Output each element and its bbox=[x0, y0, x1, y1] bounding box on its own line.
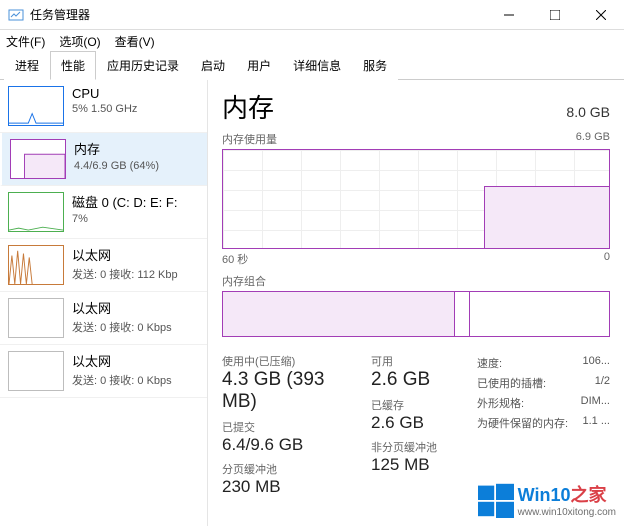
slots-val: 1/2 bbox=[595, 375, 610, 391]
tab-processes[interactable]: 进程 bbox=[4, 51, 50, 80]
cached-label: 已缓存 bbox=[371, 397, 461, 413]
tab-startup[interactable]: 启动 bbox=[190, 51, 236, 80]
minimize-button[interactable] bbox=[486, 0, 532, 30]
sidebar-item-ethernet-1[interactable]: 以太网发送: 0 接收: 112 Kbp bbox=[0, 239, 207, 292]
in-use-label: 使用中(已压缩) bbox=[222, 353, 355, 369]
tab-performance[interactable]: 性能 bbox=[50, 51, 96, 80]
net3-name: 以太网 bbox=[72, 351, 172, 370]
disk-name: 磁盘 0 (C: D: E: F: bbox=[72, 192, 177, 211]
window-title: 任务管理器 bbox=[30, 6, 486, 23]
usage-label: 内存使用量 bbox=[222, 131, 277, 147]
sidebar-item-ethernet-2[interactable]: 以太网发送: 0 接收: 0 Kbps bbox=[0, 292, 207, 345]
net2-name: 以太网 bbox=[72, 298, 172, 317]
cpu-thumb-icon bbox=[8, 86, 64, 126]
composition-label: 内存组合 bbox=[222, 273, 610, 289]
memory-detail: 4.4/6.9 GB (64%) bbox=[74, 160, 159, 172]
menu-options[interactable]: 选项(O) bbox=[59, 33, 100, 50]
memory-thumb-icon bbox=[10, 139, 66, 179]
memory-composition-chart bbox=[222, 291, 610, 337]
windows-logo-icon bbox=[478, 482, 514, 518]
maximize-button[interactable] bbox=[532, 0, 578, 30]
disk-thumb-icon bbox=[8, 192, 64, 232]
sidebar-item-memory[interactable]: 内存 4.4/6.9 GB (64%) bbox=[0, 133, 207, 186]
form-val: DIM... bbox=[581, 395, 610, 411]
ethernet2-thumb-icon bbox=[8, 298, 64, 338]
watermark-brand: Win10 bbox=[518, 485, 571, 505]
tab-users[interactable]: 用户 bbox=[236, 51, 282, 80]
watermark-url: www.win10xitong.com bbox=[518, 507, 616, 518]
cpu-name: CPU bbox=[72, 86, 137, 101]
hw-val: 1.1 ... bbox=[582, 415, 610, 431]
sidebar-item-disk[interactable]: 磁盘 0 (C: D: E: F: 7% bbox=[0, 186, 207, 239]
menu-view[interactable]: 查看(V) bbox=[115, 33, 155, 50]
paged-value: 230 MB bbox=[222, 477, 355, 497]
slots-key: 已使用的插槽: bbox=[477, 375, 546, 391]
memory-total: 8.0 GB bbox=[566, 104, 610, 120]
watermark: Win10之家 www.win10xitong.com bbox=[478, 481, 616, 518]
form-key: 外形规格: bbox=[477, 395, 524, 411]
avail-value: 2.6 GB bbox=[371, 369, 461, 391]
page-title: 内存 bbox=[222, 88, 274, 125]
menu-file[interactable]: 文件(F) bbox=[6, 33, 45, 50]
app-icon bbox=[8, 7, 24, 23]
net2-detail: 发送: 0 接收: 0 Kbps bbox=[72, 319, 172, 335]
cached-value: 2.6 GB bbox=[371, 413, 461, 433]
ethernet3-thumb-icon bbox=[8, 351, 64, 391]
watermark-suffix: 之家 bbox=[570, 485, 606, 505]
titlebar: 任务管理器 bbox=[0, 0, 624, 30]
net1-detail: 发送: 0 接收: 112 Kbp bbox=[72, 266, 178, 282]
usage-max: 6.9 GB bbox=[576, 131, 610, 147]
memory-usage-chart bbox=[222, 149, 610, 249]
menubar: 文件(F) 选项(O) 查看(V) bbox=[0, 30, 624, 52]
ethernet-thumb-icon bbox=[8, 245, 64, 285]
committed-value: 6.4/9.6 GB bbox=[222, 435, 355, 455]
sidebar-item-cpu[interactable]: CPU 5% 1.50 GHz bbox=[0, 80, 207, 133]
speed-val: 106... bbox=[582, 355, 610, 371]
axis-right: 0 bbox=[604, 251, 610, 267]
net3-detail: 发送: 0 接收: 0 Kbps bbox=[72, 372, 172, 388]
cpu-detail: 5% 1.50 GHz bbox=[72, 103, 137, 115]
main-panel: 内存 8.0 GB 内存使用量 6.9 GB 60 秒 0 内存组合 使用中(已… bbox=[208, 80, 624, 526]
disk-detail: 7% bbox=[72, 213, 177, 225]
net1-name: 以太网 bbox=[72, 245, 178, 264]
sidebar: CPU 5% 1.50 GHz 内存 4.4/6.9 GB (64%) 磁盘 0 (… bbox=[0, 80, 208, 526]
close-button[interactable] bbox=[578, 0, 624, 30]
in-use-value: 4.3 GB (393 MB) bbox=[222, 369, 355, 413]
paged-label: 分页缓冲池 bbox=[222, 461, 355, 477]
avail-label: 可用 bbox=[371, 353, 461, 369]
tabs: 进程 性能 应用历史记录 启动 用户 详细信息 服务 bbox=[0, 52, 624, 80]
committed-label: 已提交 bbox=[222, 419, 355, 435]
hw-key: 为硬件保留的内存: bbox=[477, 415, 568, 431]
tab-services[interactable]: 服务 bbox=[352, 51, 398, 80]
memory-name: 内存 bbox=[74, 139, 159, 158]
nonpaged-value: 125 MB bbox=[371, 455, 461, 475]
nonpaged-label: 非分页缓冲池 bbox=[371, 439, 461, 455]
tab-app-history[interactable]: 应用历史记录 bbox=[96, 51, 190, 80]
tab-details[interactable]: 详细信息 bbox=[282, 51, 352, 80]
speed-key: 速度: bbox=[477, 355, 502, 371]
sidebar-item-ethernet-3[interactable]: 以太网发送: 0 接收: 0 Kbps bbox=[0, 345, 207, 398]
axis-left: 60 秒 bbox=[222, 251, 248, 267]
